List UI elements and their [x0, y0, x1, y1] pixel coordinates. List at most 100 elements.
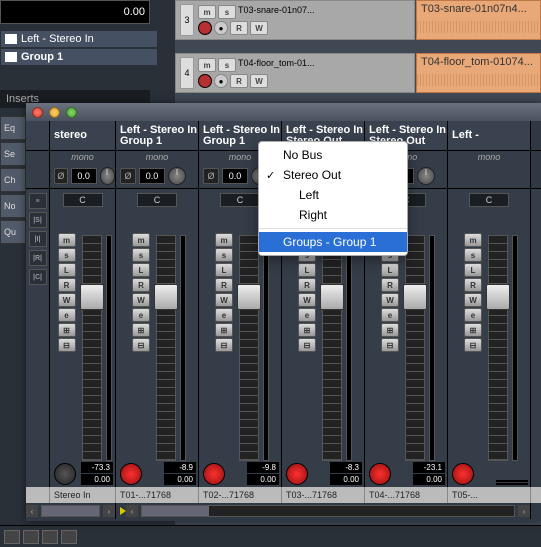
panner[interactable]: C [137, 193, 177, 207]
write-button[interactable]: W [250, 21, 268, 35]
solo-button[interactable]: s [218, 5, 236, 19]
read-button[interactable]: R [464, 278, 482, 292]
read-button[interactable]: R [230, 21, 248, 35]
listen-button[interactable]: L [132, 263, 150, 277]
fader-track[interactable] [405, 235, 425, 461]
fader-value[interactable]: 0.00 [164, 474, 196, 485]
fader-value[interactable]: 0.00 [330, 474, 362, 485]
fader-cap[interactable] [80, 284, 104, 310]
bypass-button[interactable]: ⊟ [464, 338, 482, 352]
fader-value[interactable]: 0.00 [81, 474, 113, 485]
mute-button[interactable]: m [132, 233, 150, 247]
routing-cell[interactable] [26, 121, 50, 150]
gain-value[interactable]: 0.0 [139, 168, 165, 184]
edit-button[interactable]: e [58, 308, 76, 322]
view-toggle[interactable]: |R| [29, 250, 47, 266]
phase-button[interactable]: Ø [120, 168, 136, 184]
listen-button[interactable]: L [58, 263, 76, 277]
fader-track[interactable] [322, 235, 342, 461]
scrollbar[interactable] [41, 505, 100, 517]
routing-cell[interactable]: Left - Stereo InGroup 1 [116, 121, 199, 150]
input-row-stereo-in[interactable]: Left - Stereo In [0, 30, 158, 48]
bypass-button[interactable]: ⊟ [132, 338, 150, 352]
solo-button[interactable]: s [58, 248, 76, 262]
channel-name[interactable]: T02-...71768 [199, 487, 282, 503]
phase-button[interactable]: Ø [203, 168, 219, 184]
scrollbar[interactable] [141, 505, 515, 517]
record-enable[interactable] [198, 21, 212, 35]
listen-button[interactable]: L [381, 263, 399, 277]
scroll-right-button[interactable]: › [518, 505, 530, 517]
panner[interactable]: C [469, 193, 509, 207]
edit-button[interactable]: e [464, 308, 482, 322]
pan-knob[interactable] [168, 167, 186, 185]
fader-cap[interactable] [403, 284, 427, 310]
write-button[interactable]: W [298, 293, 316, 307]
bypass-button[interactable]: ⊟ [58, 338, 76, 352]
listen-button[interactable]: L [298, 263, 316, 277]
fader-track[interactable] [239, 235, 259, 461]
monitor-button[interactable]: ● [214, 74, 228, 88]
inserts-button[interactable]: ⊞ [58, 323, 76, 337]
inspector-tab[interactable]: Se [0, 142, 26, 166]
record-enable-button[interactable] [120, 463, 142, 485]
maximize-icon[interactable] [66, 107, 77, 118]
gain-value[interactable]: 0.0 [71, 168, 97, 184]
pan-knob[interactable] [417, 167, 435, 185]
channel-name[interactable]: T05-... [448, 487, 531, 503]
gain-value[interactable]: 0.0 [222, 168, 248, 184]
panner[interactable]: C [63, 193, 103, 207]
scrollbar-thumb[interactable] [142, 506, 209, 516]
scrollbar-thumb[interactable] [42, 506, 99, 516]
mute-button[interactable]: m [58, 233, 76, 247]
inspector-tab[interactable]: Qu [0, 220, 26, 244]
group-row[interactable]: Group 1 [0, 48, 158, 66]
bypass-button[interactable]: ⊟ [298, 338, 316, 352]
listen-button[interactable]: L [215, 263, 233, 277]
narrow-toggle[interactable]: ≡ [29, 193, 47, 209]
menu-item[interactable]: Stereo Out [259, 165, 407, 185]
inspector-tab[interactable]: Ch [0, 168, 26, 192]
write-button[interactable]: W [132, 293, 150, 307]
read-button[interactable]: R [58, 278, 76, 292]
channel-name[interactable]: T03-...71768 [282, 487, 365, 503]
write-button[interactable]: W [58, 293, 76, 307]
phase-button[interactable]: Ø [54, 168, 68, 184]
toolbar-button[interactable] [23, 530, 39, 544]
edit-button[interactable]: e [215, 308, 233, 322]
toolbar-button[interactable] [42, 530, 58, 544]
fader-track[interactable] [488, 235, 508, 461]
edit-button[interactable]: e [132, 308, 150, 322]
scroll-left-button[interactable]: ‹ [126, 505, 138, 517]
mute-button[interactable]: m [198, 58, 216, 72]
edit-button[interactable]: e [298, 308, 316, 322]
fader-cap[interactable] [486, 284, 510, 310]
bypass-button[interactable]: ⊟ [215, 338, 233, 352]
view-toggle[interactable]: |S| [29, 212, 47, 228]
panner[interactable]: C [220, 193, 260, 207]
track-header-4[interactable]: 4 m s T04-floor_tom-01... ● R W [175, 53, 415, 93]
inserts-button[interactable]: ⊞ [464, 323, 482, 337]
scroll-right-button[interactable]: › [103, 505, 115, 517]
inserts-button[interactable]: ⊞ [381, 323, 399, 337]
record-enable-button[interactable] [203, 463, 225, 485]
scroll-left-button[interactable]: ‹ [26, 505, 38, 517]
mute-button[interactable]: m [215, 233, 233, 247]
read-button[interactable]: R [132, 278, 150, 292]
audio-clip[interactable]: T04-floor_tom-01074... [416, 53, 541, 93]
fader-value[interactable]: 0.00 [413, 474, 445, 485]
toolbar-button[interactable] [4, 530, 20, 544]
toolbar-button[interactable] [61, 530, 77, 544]
fader-value[interactable] [496, 483, 528, 485]
fader-cap[interactable] [154, 284, 178, 310]
menu-item[interactable]: No Bus [259, 145, 407, 165]
write-button[interactable]: W [464, 293, 482, 307]
view-toggle[interactable]: |C| [29, 269, 47, 285]
pan-knob[interactable] [100, 167, 115, 185]
channel-name[interactable]: T01-...71768 [116, 487, 199, 503]
mute-button[interactable]: m [464, 233, 482, 247]
fader-track[interactable] [82, 235, 102, 461]
channel-name[interactable] [26, 487, 50, 503]
routing-cell[interactable]: Left - [448, 121, 531, 150]
close-icon[interactable] [32, 107, 43, 118]
